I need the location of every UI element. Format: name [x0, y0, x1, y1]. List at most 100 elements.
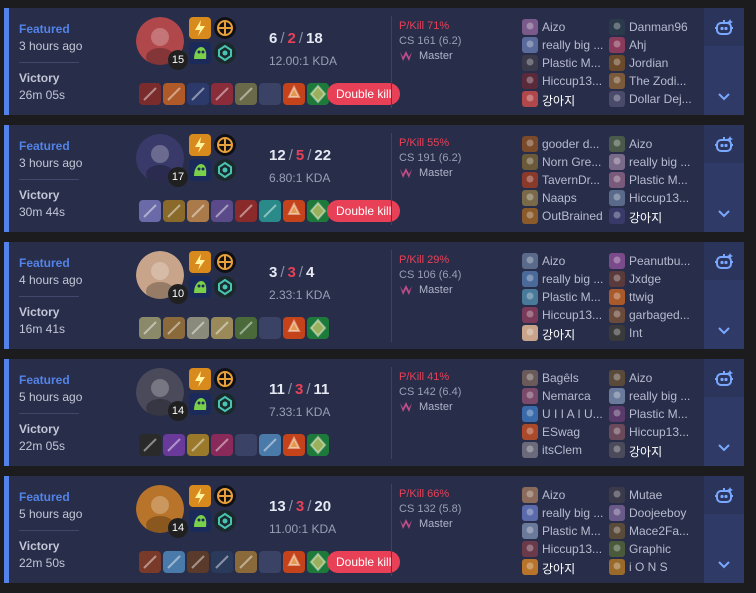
item-slot[interactable]	[307, 200, 329, 222]
player-row[interactable]: The Zodi...	[609, 72, 693, 90]
player-name[interactable]: really big ...	[629, 155, 693, 169]
player-row[interactable]: ttwig	[609, 288, 693, 306]
player-row[interactable]: Hiccup13...	[609, 189, 693, 207]
ai-analysis-button[interactable]	[704, 8, 744, 46]
player-row[interactable]: really big ...	[522, 36, 606, 54]
player-name[interactable]: Mutae	[629, 488, 693, 502]
player-name[interactable]: really big ...	[542, 272, 606, 286]
item-slot[interactable]	[235, 200, 257, 222]
ai-analysis-button[interactable]	[704, 359, 744, 397]
player-name[interactable]: Danman96	[629, 20, 693, 34]
player-row[interactable]: Dollar Dej...	[609, 90, 693, 108]
player-row[interactable]: Plastic M...	[609, 171, 693, 189]
player-name[interactable]: Graphic	[629, 542, 693, 556]
player-row[interactable]: Aizo	[522, 18, 606, 36]
player-name[interactable]: Plastic M...	[629, 407, 693, 421]
player-name[interactable]: Bagêls	[542, 371, 606, 385]
ghost-icon[interactable]	[189, 510, 211, 532]
resolve-rune-icon[interactable]	[214, 42, 236, 64]
player-name[interactable]: U I I A I U...	[542, 407, 606, 421]
player-name[interactable]: Aizo	[542, 254, 606, 268]
item-slot[interactable]	[163, 434, 185, 456]
chevron-down-icon[interactable]	[717, 92, 731, 102]
item-slot[interactable]	[187, 200, 209, 222]
player-row[interactable]: Jordian	[609, 54, 693, 72]
current-player-name[interactable]: 강아지	[629, 443, 693, 460]
player-row[interactable]: Nemarca	[522, 387, 606, 405]
item-slot[interactable]	[187, 551, 209, 573]
player-row[interactable]: Plastic M...	[522, 522, 606, 540]
resolve-rune-icon[interactable]	[214, 159, 236, 181]
item-slot[interactable]	[283, 434, 305, 456]
item-slot[interactable]	[235, 317, 257, 339]
item-slot[interactable]	[283, 200, 305, 222]
match-card[interactable]: Featured 3 hours ago Victory 26m 05s 15 …	[4, 8, 744, 115]
chevron-down-icon[interactable]	[717, 560, 731, 570]
player-row[interactable]: Bagêls	[522, 369, 606, 387]
conqueror-rune-icon[interactable]	[214, 17, 236, 39]
item-slot[interactable]	[283, 317, 305, 339]
player-name[interactable]: i O N S	[629, 560, 693, 574]
ghost-icon[interactable]	[189, 159, 211, 181]
player-name[interactable]: TavernDr...	[542, 173, 606, 187]
player-name[interactable]: really big ...	[629, 389, 693, 403]
player-row[interactable]: garbaged...	[609, 306, 693, 324]
ghost-icon[interactable]	[189, 393, 211, 415]
player-row[interactable]: Naaps	[522, 189, 606, 207]
player-name[interactable]: Plastic M...	[629, 173, 693, 187]
item-slot[interactable]	[307, 317, 329, 339]
player-row[interactable]: ESwag	[522, 423, 606, 441]
item-slot[interactable]	[307, 551, 329, 573]
conqueror-rune-icon[interactable]	[214, 134, 236, 156]
player-row[interactable]: really big ...	[522, 504, 606, 522]
player-name[interactable]: Jordian	[629, 56, 693, 70]
player-name[interactable]: Peanutbu...	[629, 254, 693, 268]
item-slot[interactable]	[283, 551, 305, 573]
flash-icon[interactable]	[189, 251, 211, 273]
item-slot[interactable]	[211, 317, 233, 339]
match-card[interactable]: Featured 3 hours ago Victory 30m 44s 17 …	[4, 125, 744, 232]
item-slot[interactable]	[211, 551, 233, 573]
item-slot[interactable]	[235, 83, 257, 105]
item-slot[interactable]	[259, 200, 281, 222]
item-slot[interactable]	[139, 83, 161, 105]
resolve-rune-icon[interactable]	[214, 510, 236, 532]
player-row[interactable]: Plastic M...	[522, 54, 606, 72]
player-name[interactable]: ESwag	[542, 425, 606, 439]
item-slot[interactable]	[163, 83, 185, 105]
player-name[interactable]: Hiccup13...	[629, 191, 693, 205]
player-name[interactable]: The Zodi...	[629, 74, 693, 88]
item-slot[interactable]	[307, 83, 329, 105]
player-row[interactable]: 강아지	[609, 441, 693, 459]
player-row[interactable]: Graphic	[609, 540, 693, 558]
player-name[interactable]: Aizo	[629, 371, 693, 385]
player-row[interactable]: 강아지	[522, 324, 606, 342]
player-name[interactable]: ttwig	[629, 290, 693, 304]
player-name[interactable]: Plastic M...	[542, 290, 606, 304]
ai-analysis-button[interactable]	[704, 125, 744, 163]
player-name[interactable]: itsClem	[542, 443, 606, 457]
conqueror-rune-icon[interactable]	[214, 485, 236, 507]
player-name[interactable]: really big ...	[542, 506, 606, 520]
item-slot[interactable]	[211, 434, 233, 456]
player-name[interactable]: gooder d...	[542, 137, 606, 151]
player-row[interactable]: Aizo	[609, 135, 693, 153]
player-row[interactable]: itsClem	[522, 441, 606, 459]
player-name[interactable]: Hiccup13...	[629, 425, 693, 439]
player-row[interactable]: Hiccup13...	[522, 540, 606, 558]
player-row[interactable]: really big ...	[522, 270, 606, 288]
item-slot[interactable]	[211, 83, 233, 105]
player-name[interactable]: really big ...	[542, 38, 606, 52]
player-name[interactable]: Ahj	[629, 38, 693, 52]
player-name[interactable]: Nemarca	[542, 389, 606, 403]
flash-icon[interactable]	[189, 17, 211, 39]
item-slot[interactable]	[139, 317, 161, 339]
item-slot[interactable]	[139, 434, 161, 456]
player-row[interactable]: Aizo	[609, 369, 693, 387]
player-row[interactable]: gooder d...	[522, 135, 606, 153]
ghost-icon[interactable]	[189, 42, 211, 64]
player-row[interactable]: Mace2Fa...	[609, 522, 693, 540]
player-name[interactable]: Plastic M...	[542, 56, 606, 70]
player-row[interactable]: Peanutbu...	[609, 252, 693, 270]
item-slot[interactable]	[163, 317, 185, 339]
